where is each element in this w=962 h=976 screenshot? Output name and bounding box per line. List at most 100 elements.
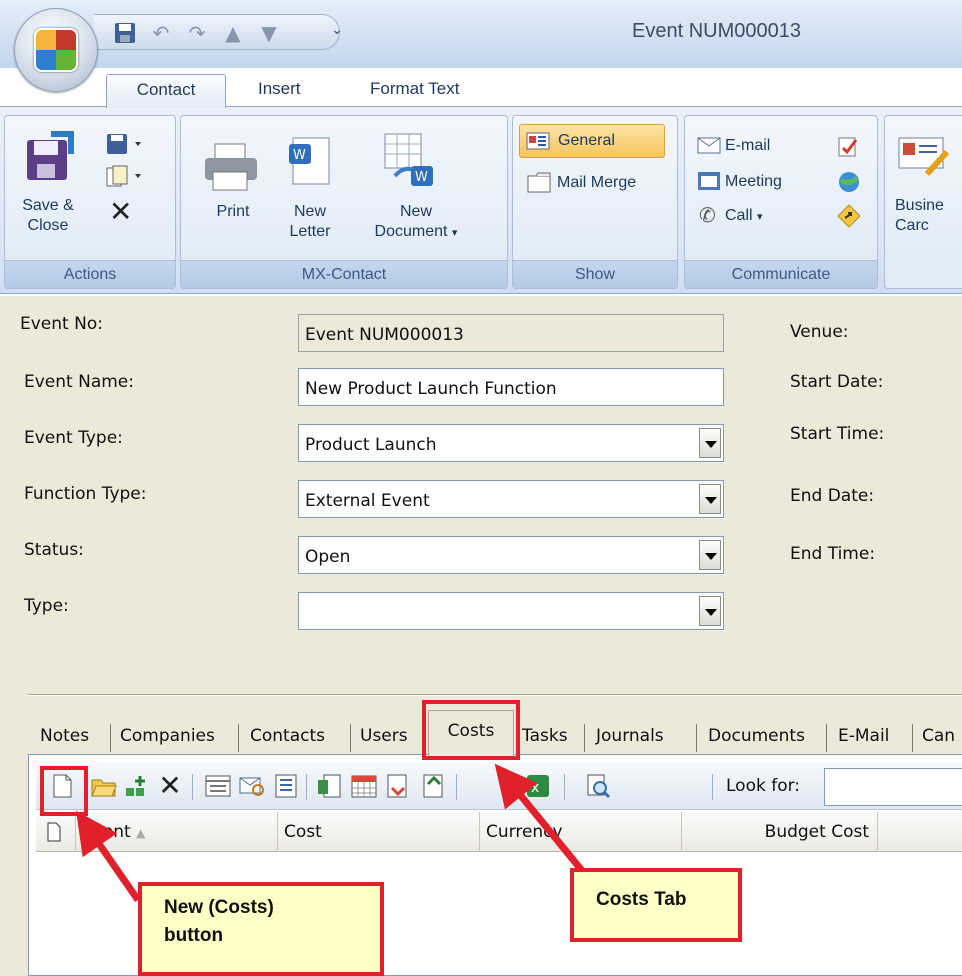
group-business-card: Busine Carc bbox=[884, 115, 962, 289]
map-icon[interactable] bbox=[837, 204, 861, 228]
general-label: General bbox=[558, 132, 615, 149]
type-dropdown-button[interactable] bbox=[699, 596, 721, 626]
delete-row-icon[interactable]: ✕ bbox=[156, 772, 184, 800]
copy-record-icon[interactable] bbox=[105, 164, 145, 190]
event-type-value: Product Launch bbox=[305, 435, 437, 455]
call-button[interactable]: Call ▾ bbox=[725, 206, 763, 227]
tab-documents[interactable]: Documents bbox=[708, 720, 805, 754]
meeting-button[interactable]: Meeting bbox=[725, 172, 782, 192]
mail-merge-button[interactable]: Mail Merge bbox=[557, 173, 636, 193]
find-icon[interactable] bbox=[584, 772, 612, 800]
business-card-icon bbox=[898, 137, 950, 177]
task-icon[interactable] bbox=[837, 134, 861, 158]
open-folder-icon[interactable] bbox=[90, 772, 118, 800]
svg-text:W: W bbox=[415, 170, 428, 185]
new-document-icon: W bbox=[384, 133, 433, 186]
column-header-event[interactable]: Event ▲ bbox=[76, 812, 278, 852]
column-header-currency[interactable]: Currency bbox=[480, 812, 682, 852]
tab-separator bbox=[238, 724, 239, 752]
toolbar-separator bbox=[192, 774, 193, 800]
event-no-label: Event No: bbox=[20, 314, 103, 334]
business-card-label-1: Busine bbox=[895, 197, 944, 214]
function-type-value: External Event bbox=[305, 491, 430, 511]
tab-separator bbox=[912, 724, 913, 752]
event-name-field[interactable]: New Product Launch Function bbox=[298, 368, 724, 406]
mail-search-icon[interactable] bbox=[238, 772, 266, 800]
type-select[interactable] bbox=[298, 592, 724, 630]
tab-separator bbox=[110, 724, 111, 752]
group-communicate: E-mail Meeting ✆ Call ▾ Communicate bbox=[684, 115, 878, 289]
callout-new-button: New (Costs) button bbox=[138, 882, 384, 976]
undo-icon[interactable]: ↶ bbox=[150, 22, 172, 44]
function-type-dropdown-button[interactable] bbox=[699, 484, 721, 514]
general-icon bbox=[526, 132, 550, 150]
start-time-label: Start Time: bbox=[790, 424, 885, 444]
column-header-budget-cost[interactable]: Budget Cost bbox=[682, 812, 878, 852]
export-icon[interactable] bbox=[384, 772, 412, 800]
print-button[interactable]: Print bbox=[205, 202, 261, 222]
tab-tasks[interactable]: Tasks bbox=[522, 720, 568, 754]
event-type-dropdown-button[interactable] bbox=[699, 428, 721, 458]
new-button-highlight bbox=[40, 766, 88, 816]
start-date-label: Start Date: bbox=[790, 372, 884, 392]
new-letter-button[interactable]: New Letter bbox=[277, 202, 343, 242]
costs-tab-highlight bbox=[422, 700, 520, 760]
excel-icon[interactable]: x bbox=[524, 772, 552, 800]
list-view-icon[interactable] bbox=[272, 772, 300, 800]
status-value: Open bbox=[305, 547, 351, 567]
event-type-select[interactable]: Product Launch bbox=[298, 424, 724, 462]
tab-separator bbox=[350, 724, 351, 752]
report-icon[interactable] bbox=[316, 772, 344, 800]
tab-format-text[interactable]: Format Text bbox=[356, 74, 473, 106]
save-icon[interactable] bbox=[114, 22, 136, 44]
toolbar-separator bbox=[306, 774, 307, 800]
end-time-label: End Time: bbox=[790, 544, 876, 564]
link-add-icon[interactable] bbox=[124, 772, 152, 800]
save-close-button[interactable]: Save & Close bbox=[13, 196, 83, 236]
business-card-label-2: Carc bbox=[895, 217, 929, 234]
column-event-label: Event bbox=[82, 822, 131, 842]
general-button[interactable]: General bbox=[519, 124, 665, 158]
new-document-label-1: New bbox=[399, 203, 432, 220]
tab-insert[interactable]: Insert bbox=[244, 74, 315, 106]
save-as-icon[interactable] bbox=[105, 132, 145, 158]
function-type-select[interactable]: External Event bbox=[298, 480, 724, 518]
group-communicate-label: Communicate bbox=[685, 260, 877, 288]
group-actions: Save & Close ✕ Actions bbox=[4, 115, 176, 289]
next-item-icon[interactable]: ▼ bbox=[258, 22, 280, 44]
customize-qat-icon[interactable]: ⌄ bbox=[326, 19, 348, 41]
look-for-label: Look for: bbox=[726, 776, 801, 796]
meeting-icon bbox=[698, 172, 720, 190]
new-document-label-2: Document ▾ bbox=[374, 223, 458, 240]
status-select[interactable]: Open bbox=[298, 536, 724, 574]
tab-journals[interactable]: Journals bbox=[596, 720, 664, 754]
tab-companies[interactable]: Companies bbox=[120, 720, 215, 754]
group-mx-contact-label: MX-Contact bbox=[181, 260, 507, 288]
tab-notes[interactable]: Notes bbox=[40, 720, 89, 754]
web-page-icon[interactable] bbox=[837, 170, 861, 194]
previous-item-icon[interactable]: ▲ bbox=[222, 22, 244, 44]
redo-icon[interactable]: ↷ bbox=[186, 22, 208, 44]
email-icon bbox=[697, 137, 721, 154]
email-button[interactable]: E-mail bbox=[725, 136, 770, 156]
form-view-icon[interactable] bbox=[204, 772, 232, 800]
business-card-button[interactable]: Busine Carc bbox=[895, 196, 944, 236]
tab-email[interactable]: E-Mail bbox=[838, 720, 889, 754]
column-header-cost[interactable]: Cost bbox=[278, 812, 480, 852]
tab-contacts[interactable]: Contacts bbox=[250, 720, 325, 754]
status-dropdown-button[interactable] bbox=[699, 540, 721, 570]
window-title: Event NUM000013 bbox=[632, 20, 801, 42]
import-icon[interactable] bbox=[420, 772, 448, 800]
delete-icon[interactable]: ✕ bbox=[109, 198, 132, 226]
office-button[interactable] bbox=[14, 8, 98, 92]
tab-can[interactable]: Can bbox=[922, 720, 955, 754]
svg-text:W: W bbox=[293, 148, 306, 163]
venue-label: Venue: bbox=[790, 322, 849, 342]
calendar-icon[interactable] bbox=[350, 772, 378, 800]
new-document-button[interactable]: New Document ▾ bbox=[361, 202, 471, 243]
tab-separator bbox=[826, 724, 827, 752]
callout-new-button-line-1: New (Costs) bbox=[164, 897, 274, 918]
tab-contact[interactable]: Contact bbox=[106, 74, 226, 108]
tab-users[interactable]: Users bbox=[360, 720, 408, 754]
look-for-input[interactable] bbox=[824, 768, 962, 806]
